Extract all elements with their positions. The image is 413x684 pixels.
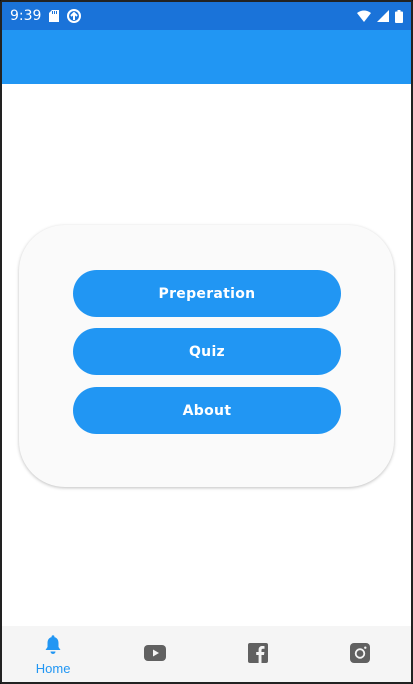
device-frame: 9:39 Preperation Quiz About Home — [0, 0, 413, 684]
main-content: Preperation Quiz About — [2, 84, 411, 626]
bell-icon — [44, 634, 62, 659]
menu-card: Preperation Quiz About — [19, 225, 394, 487]
nav-item-youtube[interactable] — [104, 626, 206, 682]
quiz-button[interactable]: Quiz — [73, 328, 341, 375]
status-left: 9:39 — [10, 8, 82, 24]
wifi-icon — [357, 10, 371, 22]
app-bar — [2, 30, 411, 84]
sync-icon — [67, 9, 82, 23]
nav-label-home: Home — [35, 660, 71, 676]
signal-icon — [377, 10, 389, 22]
youtube-icon — [144, 645, 167, 665]
nav-item-home[interactable]: Home — [2, 626, 104, 682]
nav-item-instagram[interactable] — [309, 626, 411, 682]
status-right — [357, 9, 403, 23]
sd-card-icon — [49, 10, 60, 22]
about-button[interactable]: About — [73, 387, 341, 434]
facebook-icon — [247, 643, 268, 667]
battery-icon — [395, 9, 403, 23]
nav-item-facebook[interactable] — [207, 626, 309, 682]
status-bar: 9:39 — [2, 2, 411, 30]
instagram-icon — [349, 643, 370, 667]
preperation-button[interactable]: Preperation — [73, 270, 341, 317]
status-time: 9:39 — [10, 8, 42, 24]
bottom-nav: Home — [2, 626, 411, 682]
